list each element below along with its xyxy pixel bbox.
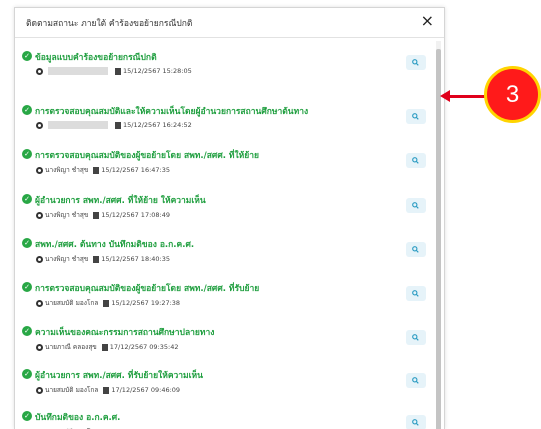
status-item-meta: 15/12/2567 16:24:52 [36, 121, 192, 129]
status-item-user: นายสมบัติ มองโกล [45, 385, 98, 395]
status-item-datetime: 17/12/2567 09:46:09 [111, 386, 180, 394]
user-icon [36, 68, 43, 75]
status-item-datetime: 15/12/2567 15:28:05 [123, 67, 192, 75]
user-icon [36, 212, 43, 219]
status-item: ✓บันทึกมติของ อ.ก.ค.ศ.นายสมบัติ มองโกล17… [15, 403, 434, 429]
view-details-button[interactable] [406, 242, 426, 257]
search-icon [412, 419, 419, 426]
status-item-datetime: 15/12/2567 16:47:35 [101, 166, 170, 174]
status-item-user: นางพิญา ชำสุข [45, 254, 88, 264]
view-details-button[interactable] [406, 153, 426, 168]
status-item-datetime: 15/12/2567 17:08:49 [101, 211, 170, 219]
callout-arrow-line [448, 95, 488, 98]
status-item-user: นางพิญา ชำสุข [45, 165, 88, 175]
status-item-user: นางพิญา ชำสุข [45, 210, 88, 220]
status-item-title: บันทึกมติของ อ.ก.ค.ศ. [35, 410, 120, 424]
calendar-icon [115, 68, 121, 75]
search-icon [412, 377, 419, 384]
search-icon [412, 59, 419, 66]
calendar-icon [93, 167, 99, 174]
status-item-title: ข้อมูลแบบคำร้องขอย้ายกรณีปกติ [35, 50, 157, 64]
user-icon [36, 300, 43, 307]
status-item-user: นายสมบัติ มองโกล [45, 298, 98, 308]
calendar-icon [93, 256, 99, 263]
view-details-button[interactable] [406, 198, 426, 213]
view-details-button[interactable] [406, 330, 426, 345]
search-icon [412, 202, 419, 209]
status-item-title: การตรวจสอบคุณสมบัติและให้ความเห็นโดยผู้อ… [35, 104, 308, 118]
status-item-title: ความเห็นของคณะกรรมการสถานศึกษาปลายทาง [35, 325, 214, 339]
status-item-meta: 15/12/2567 15:28:05 [36, 67, 192, 75]
check-circle-icon: ✓ [22, 194, 32, 204]
calendar-icon [115, 122, 121, 129]
callout-step-number: 3 [484, 66, 541, 123]
status-item: ✓ข้อมูลแบบคำร้องขอย้ายกรณีปกติ 15/12/2567… [15, 43, 434, 83]
status-item-title: การตรวจสอบคุณสมบัติของผู้ขอย้ายโดย สพท./… [35, 281, 259, 295]
search-icon [412, 113, 419, 120]
calendar-icon [103, 387, 109, 394]
status-item-meta: นายสมบัติ มองโกล 15/12/2567 19:27:38 [36, 298, 180, 308]
status-item: ✓ความเห็นของคณะกรรมการสถานศึกษาปลายทางนา… [15, 318, 434, 358]
status-item-title: ผู้อำนวยการ สพท./สศศ. ที่ให้ย้าย ให้ความ… [35, 193, 206, 207]
view-details-button[interactable] [406, 286, 426, 301]
calendar-icon [103, 300, 109, 307]
status-item-meta: นางพิญา ชำสุข 15/12/2567 16:47:35 [36, 165, 170, 175]
check-circle-icon: ✓ [22, 149, 32, 159]
search-icon [412, 246, 419, 253]
status-item-user: นายภาณี คลองสุข [45, 342, 97, 352]
scrollbar-thumb[interactable] [436, 49, 441, 429]
check-circle-icon: ✓ [22, 105, 32, 115]
status-item-meta: นางพิญา ชำสุข 15/12/2567 17:08:49 [36, 210, 170, 220]
status-item-datetime: 15/12/2567 16:24:52 [123, 121, 192, 129]
user-icon [36, 167, 43, 174]
redacted-user-name [48, 67, 108, 75]
status-item: ✓สพท./สศศ. ต้นทาง บันทึกมติของ อ.ก.ค.ศ. น… [15, 230, 434, 270]
status-item-datetime: 15/12/2567 19:27:38 [111, 299, 180, 307]
calendar-icon [93, 212, 99, 219]
check-circle-icon: ✓ [22, 369, 32, 379]
view-details-button[interactable] [406, 373, 426, 388]
callout-arrow-head [440, 90, 450, 102]
user-icon [36, 122, 43, 129]
calendar-icon [102, 344, 108, 351]
status-item: ✓ผู้อำนวยการ สพท./สศศ. ที่ให้ย้าย ให้ควา… [15, 186, 434, 226]
close-button[interactable]: × [421, 12, 434, 30]
status-item: ✓การตรวจสอบคุณสมบัติของผู้ขอย้ายโดย สพท.… [15, 274, 434, 314]
view-details-button[interactable] [406, 109, 426, 124]
check-circle-icon: ✓ [22, 51, 32, 61]
search-icon [412, 334, 419, 341]
check-circle-icon: ✓ [22, 282, 32, 292]
status-item-title: สพท./สศศ. ต้นทาง บันทึกมติของ อ.ก.ค.ศ. [35, 237, 194, 251]
status-item: ✓การตรวจสอบคุณสมบัติของผู้ขอย้ายโดย สพท.… [15, 141, 434, 181]
redacted-user-name [48, 121, 108, 129]
status-item: ✓ผู้อำนวยการ สพท./สศศ. ที่รับย้ายให้ความ… [15, 361, 434, 401]
view-details-button[interactable] [406, 55, 426, 70]
modal-header: ติดตามสถานะ ภายใต้ คำร้องขอย้ายกรณีปกติ … [15, 8, 444, 38]
user-icon [36, 344, 43, 351]
status-item-datetime: 17/12/2567 09:35:42 [110, 343, 179, 351]
check-circle-icon: ✓ [22, 326, 32, 336]
status-item: ✓การตรวจสอบคุณสมบัติและให้ความเห็นโดยผู้… [15, 97, 434, 137]
status-item-meta: นางพิญา ชำสุข 15/12/2567 18:40:35 [36, 254, 170, 264]
user-icon [36, 387, 43, 394]
view-details-button[interactable] [406, 415, 426, 429]
status-item-datetime: 15/12/2567 18:40:35 [101, 255, 170, 263]
search-icon [412, 157, 419, 164]
search-icon [412, 290, 419, 297]
modal-title: ติดตามสถานะ ภายใต้ คำร้องขอย้ายกรณีปกติ [26, 16, 192, 30]
status-item-title: การตรวจสอบคุณสมบัติของผู้ขอย้ายโดย สพท./… [35, 148, 259, 162]
check-circle-icon: ✓ [22, 238, 32, 248]
status-tracking-modal: ติดตามสถานะ ภายใต้ คำร้องขอย้ายกรณีปกติ … [14, 7, 445, 429]
user-icon [36, 256, 43, 263]
status-item-meta: นายภาณี คลองสุข 17/12/2567 09:35:42 [36, 342, 179, 352]
status-item-meta: นายสมบัติ มองโกล 17/12/2567 09:46:09 [36, 385, 180, 395]
status-item-title: ผู้อำนวยการ สพท./สศศ. ที่รับย้ายให้ความเ… [35, 368, 203, 382]
check-circle-icon: ✓ [22, 411, 32, 421]
